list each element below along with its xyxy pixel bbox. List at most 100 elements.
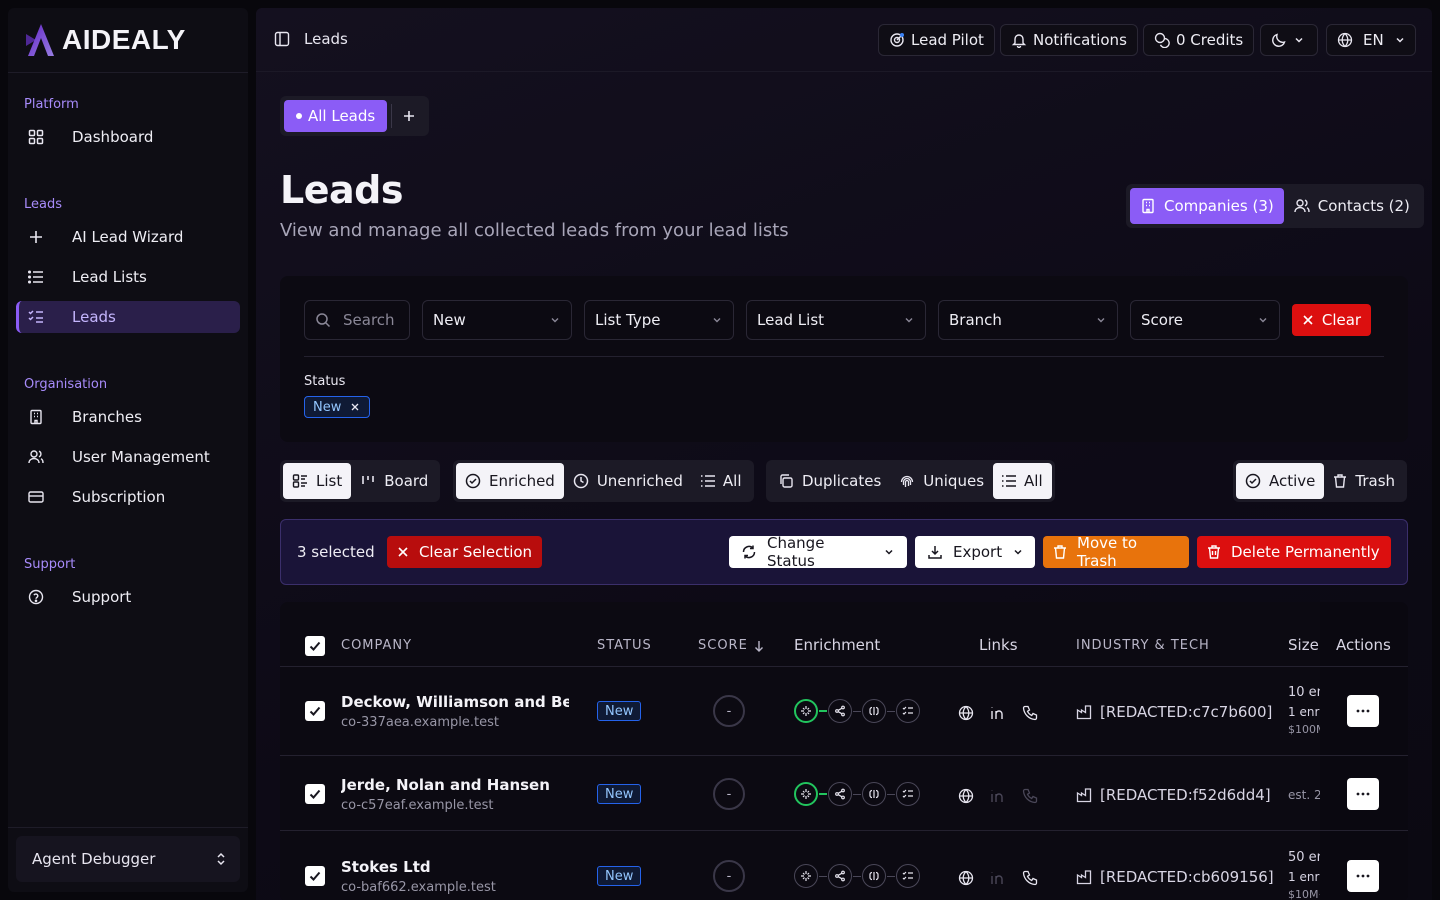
status-select[interactable]: New	[422, 300, 572, 340]
company-name[interactable]: Stokes Ltd	[341, 858, 569, 876]
score-select[interactable]: Score	[1130, 300, 1280, 340]
branch-select[interactable]: Branch	[938, 300, 1118, 340]
linkedin-link-icon[interactable]	[988, 703, 1008, 723]
lead-list-select[interactable]: Lead List	[746, 300, 926, 340]
active-tab[interactable]: Active	[1236, 463, 1325, 499]
add-tab-button[interactable]	[391, 104, 425, 128]
uniques-tab[interactable]: Uniques	[890, 463, 993, 499]
sidebar-item-support[interactable]: Support	[16, 581, 240, 613]
column-header-industry[interactable]: INDUSTRY & TECH	[1076, 638, 1210, 653]
x-icon	[1302, 314, 1314, 326]
sidebar-item-label: Support	[72, 588, 132, 606]
website-link-icon[interactable]	[956, 703, 976, 723]
step-connector	[853, 710, 861, 712]
chevrons-up-down-icon	[216, 851, 226, 867]
column-header-score[interactable]: SCORE	[698, 638, 764, 653]
bulk-actions-bar: 3 selected Clear Selection Change Status…	[280, 519, 1408, 585]
sidebar-toggle-icon[interactable]	[274, 31, 290, 47]
trash-icon	[1053, 544, 1067, 560]
page-subtitle: View and manage all collected leads from…	[280, 220, 789, 241]
sidebar-item-lead-lists[interactable]: Lead Lists	[16, 261, 240, 293]
size-founded: est. 2010	[1288, 788, 1320, 802]
status-filter-label: Status	[304, 374, 346, 389]
share-icon	[828, 864, 852, 888]
company-domain: co-c57eaf.example.test	[341, 798, 494, 813]
table-row[interactable]: Deckow, Williamson and Ber... co-337aea.…	[280, 667, 1408, 756]
trash-tab[interactable]: Trash	[1324, 463, 1404, 499]
sidebar-item-ai-lead-wizard[interactable]: AI Lead Wizard	[16, 221, 240, 253]
website-link-icon[interactable]	[956, 786, 976, 806]
row-actions-button[interactable]	[1347, 695, 1379, 727]
export-label: Export	[953, 543, 1003, 561]
all-enrichment-tab[interactable]: All	[692, 463, 751, 499]
company-name[interactable]: Deckow, Williamson and Ber...	[341, 693, 569, 711]
entity-toggle: Companies (3) Contacts (2)	[1126, 184, 1424, 228]
chevron-down-icon	[903, 314, 915, 326]
row-checkbox[interactable]	[305, 866, 325, 886]
contacts-tab[interactable]: Contacts (2)	[1284, 188, 1420, 224]
status-select-value: New	[433, 311, 466, 329]
list-icon	[1002, 475, 1017, 487]
select-all-checkbox[interactable]	[305, 636, 325, 656]
column-header-company[interactable]: COMPANY	[341, 638, 412, 653]
list-view-tab[interactable]: List	[283, 463, 352, 499]
company-domain: co-baf662.example.test	[341, 880, 496, 895]
clock-icon	[573, 473, 589, 489]
table-row[interactable]: Jerde, Nolan and Hansen co-c57eaf.exampl…	[280, 756, 1408, 831]
clear-selection-button[interactable]: Clear Selection	[387, 536, 542, 568]
row-actions-button[interactable]	[1347, 860, 1379, 892]
active-dot	[296, 113, 302, 119]
status-chip[interactable]: New	[304, 396, 371, 418]
notifications-button[interactable]: Notifications	[1000, 24, 1138, 56]
company-name[interactable]: Jerde, Nolan and Hansen	[341, 776, 569, 794]
website-link-icon[interactable]	[956, 868, 976, 888]
move-to-trash-button[interactable]: Move to Trash	[1043, 534, 1189, 570]
tab-all-leads[interactable]: All Leads	[284, 100, 388, 132]
sidebar-item-label: User Management	[72, 448, 210, 466]
row-checkbox[interactable]	[305, 701, 325, 721]
sidebar-item-label: AI Lead Wizard	[72, 228, 184, 246]
check-icon	[308, 639, 322, 653]
column-header-enrichment: Enrichment	[794, 636, 881, 654]
board-view-tab[interactable]: Board	[351, 463, 437, 499]
export-button[interactable]: Export	[915, 536, 1035, 568]
row-checkbox[interactable]	[305, 784, 325, 804]
sidebar-item-subscription[interactable]: Subscription	[16, 481, 240, 513]
sidebar-item-branches[interactable]: Branches	[16, 401, 240, 433]
duplicates-tab[interactable]: Duplicates	[769, 463, 890, 499]
enriched-tab[interactable]: Enriched	[456, 463, 564, 499]
step-connector	[887, 793, 895, 795]
sidebar-item-leads[interactable]: Leads	[16, 301, 240, 333]
lead-pilot-button[interactable]: Lead Pilot	[878, 24, 995, 56]
unenriched-tab[interactable]: Unenriched	[564, 463, 692, 499]
companies-tab[interactable]: Companies (3)	[1130, 188, 1284, 224]
clear-filters-button[interactable]: Clear	[1292, 304, 1371, 336]
theme-toggle[interactable]	[1260, 24, 1318, 56]
sidebar-item-dashboard[interactable]: Dashboard	[16, 121, 240, 153]
sidebar-item-user-management[interactable]: User Management	[16, 441, 240, 473]
phone-link-icon[interactable]	[1020, 703, 1040, 723]
column-header-status[interactable]: STATUS	[597, 638, 652, 653]
chevron-down-icon	[883, 546, 895, 558]
list-icon	[700, 475, 715, 487]
agent-debugger-switcher[interactable]: Agent Debugger	[16, 836, 240, 882]
remove-chip-icon[interactable]	[351, 403, 359, 411]
step-connector	[887, 875, 895, 877]
credits-label: 0 Credits	[1176, 31, 1244, 49]
row-actions-button[interactable]	[1347, 778, 1379, 810]
list-type-select[interactable]: List Type	[584, 300, 734, 340]
filters-panel: Search New List Type Lead List Branch Sc…	[280, 276, 1408, 442]
phone-link-icon[interactable]	[1020, 868, 1040, 888]
enrichment-filter-toggle: Enriched Unenriched All	[453, 460, 754, 502]
search-input[interactable]: Search	[304, 300, 410, 340]
step-connector	[819, 710, 827, 712]
change-status-button[interactable]: Change Status	[729, 534, 907, 570]
delete-permanently-button[interactable]: Delete Permanently	[1197, 536, 1391, 568]
credits-button[interactable]: 0 Credits	[1143, 24, 1255, 56]
brand-logo[interactable]: AIDEALY	[24, 20, 186, 60]
language-select[interactable]: EN	[1326, 24, 1416, 56]
table-row[interactable]: Stokes Ltd co-baf662.example.test New - …	[280, 831, 1408, 900]
all-duplicates-tab[interactable]: All	[993, 463, 1052, 499]
sparkles-icon	[794, 782, 818, 806]
size-revenue: $100M	[1288, 723, 1320, 736]
